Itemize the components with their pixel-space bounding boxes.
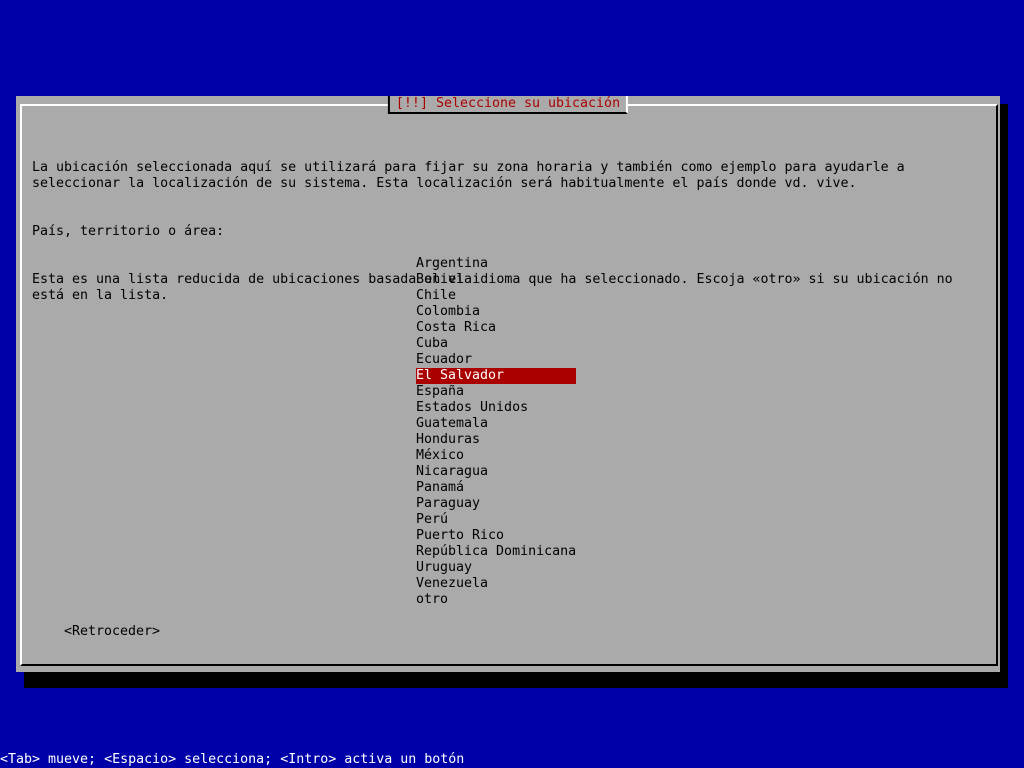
country-option[interactable]: España <box>416 384 576 400</box>
country-prompt: País, territorio o área: <box>32 224 225 239</box>
country-option[interactable]: Venezuela <box>416 576 576 592</box>
country-option[interactable]: Perú <box>416 512 576 528</box>
country-option[interactable]: Paraguay <box>416 496 576 512</box>
country-option[interactable]: Puerto Rico <box>416 528 576 544</box>
country-option[interactable]: México <box>416 448 576 464</box>
help-statusbar: <Tab> mueve; <Espacio> selecciona; <Intr… <box>0 752 465 767</box>
country-option[interactable]: Cuba <box>416 336 576 352</box>
country-option[interactable]: Nicaragua <box>416 464 576 480</box>
country-option[interactable]: Bolivia <box>416 272 576 288</box>
country-list[interactable]: Argentina Bolivia Chile Colombia Costa Rica C… <box>416 256 576 608</box>
country-option[interactable]: República Dominicana <box>416 544 576 560</box>
country-option[interactable]: Chile <box>416 288 576 304</box>
country-option[interactable]: Colombia <box>416 304 576 320</box>
country-option[interactable]: Panamá <box>416 480 576 496</box>
country-option[interactable]: Costa Rica <box>416 320 576 336</box>
description-paragraph-1: La ubicación seleccionada aquí se utiliz… <box>32 160 905 191</box>
country-option[interactable]: El Salvador <box>416 368 576 384</box>
back-button[interactable]: <Retroceder> <box>64 624 160 640</box>
country-option[interactable]: otro <box>416 592 576 608</box>
country-option[interactable]: Uruguay <box>416 560 576 576</box>
country-option[interactable]: Estados Unidos <box>416 400 576 416</box>
country-option[interactable]: Ecuador <box>416 352 576 368</box>
country-option[interactable]: Guatemala <box>416 416 576 432</box>
country-option[interactable]: Honduras <box>416 432 576 448</box>
country-option[interactable]: Argentina <box>416 256 576 272</box>
location-dialog: [!!] Seleccione su ubicación La ubicació… <box>16 96 1000 672</box>
dialog-title: [!!] Seleccione su ubicación <box>387 96 629 114</box>
